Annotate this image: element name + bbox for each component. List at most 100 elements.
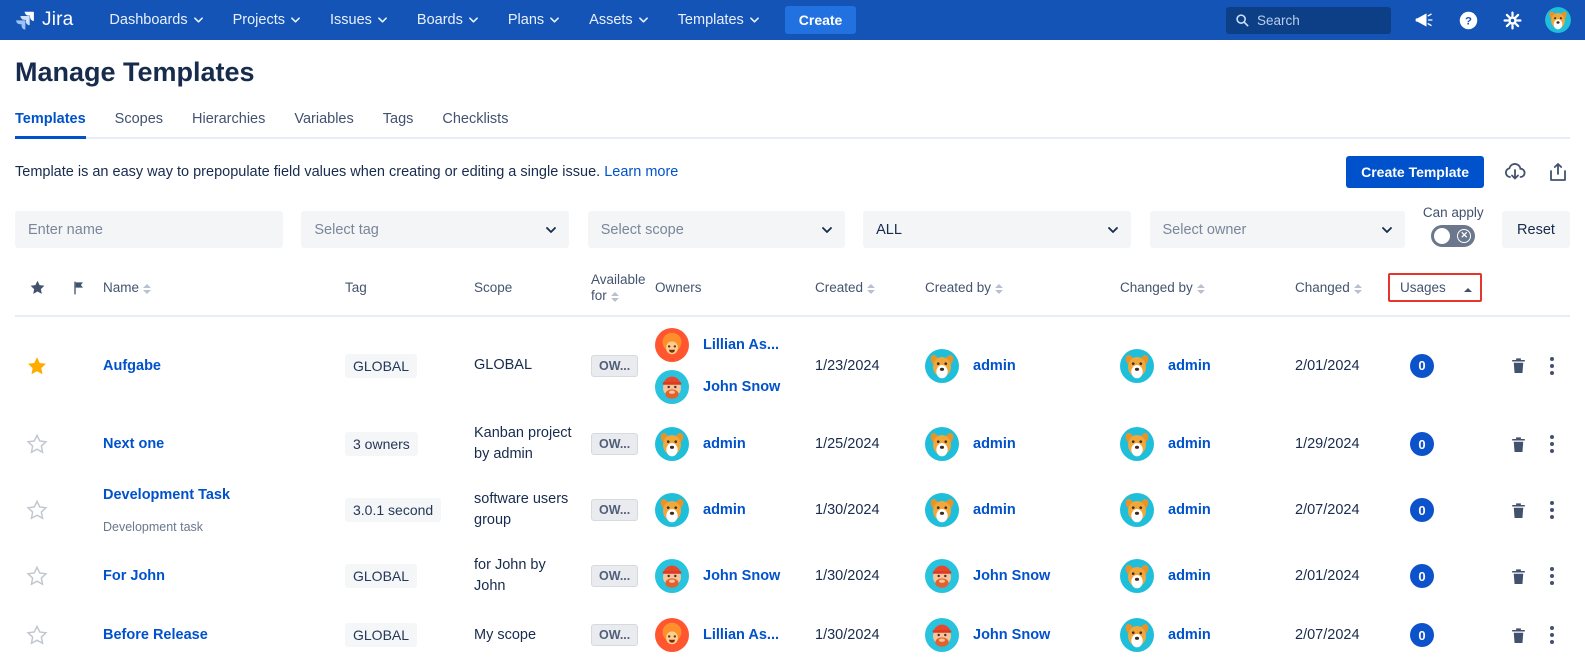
tag-filter-select[interactable]: Select tag [301,211,569,248]
flag-column-header[interactable] [59,280,99,296]
created-by-link[interactable]: John Snow [973,627,1050,643]
owner-link[interactable]: John Snow [703,568,780,584]
usages-badge[interactable]: 0 [1410,623,1434,647]
user-avatar[interactable] [1545,7,1571,33]
tab-hierarchies[interactable]: Hierarchies [192,111,265,139]
nav-item-templates[interactable]: Templates [678,12,759,28]
owner-link[interactable]: Lillian As... [703,337,779,353]
delete-button[interactable] [1509,435,1528,454]
favorite-button[interactable] [15,355,59,377]
owner-link[interactable]: Lillian As... [703,627,779,643]
created-by-link[interactable]: admin [973,436,1016,452]
scope-filter-select[interactable]: Select scope [588,211,845,248]
template-name-link[interactable]: For John [103,568,165,584]
owner: Lillian As... [655,618,815,652]
header-created[interactable]: Created [815,280,925,295]
usages-badge[interactable]: 0 [1410,564,1434,588]
owner-link[interactable]: John Snow [703,379,780,395]
settings-button[interactable] [1501,9,1523,31]
delete-button[interactable] [1509,356,1528,375]
changed-by-link[interactable]: admin [1168,358,1211,374]
category-filter-select[interactable]: ALL [863,211,1131,248]
favorite-button[interactable] [15,624,59,646]
nav-item-assets[interactable]: Assets [589,12,648,28]
template-name-link[interactable]: Before Release [103,627,208,643]
sort-icon [867,284,875,294]
owner-filter-select[interactable]: Select owner [1150,211,1405,248]
usages-badge[interactable]: 0 [1410,354,1434,378]
scope-cell: software users group [474,489,591,531]
learn-more-link[interactable]: Learn more [604,164,678,180]
header-name[interactable]: Name [99,280,345,295]
owner-link[interactable]: admin [703,502,746,518]
more-actions-button[interactable] [1548,499,1556,521]
sort-asc-icon [1464,288,1472,292]
tab-templates[interactable]: Templates [15,111,86,139]
nav-item-boards[interactable]: Boards [417,12,478,28]
reset-button[interactable]: Reset [1502,211,1570,248]
nav-item-issues[interactable]: Issues [330,12,387,28]
available-for-chip[interactable]: OW... [591,499,638,521]
export-button[interactable] [1546,160,1570,184]
header-available-for[interactable]: Available for [591,272,655,303]
tab-tags[interactable]: Tags [383,111,414,139]
favorite-button[interactable] [15,499,59,521]
changed-by-link[interactable]: admin [1168,627,1211,643]
more-actions-button[interactable] [1548,624,1556,646]
more-actions-button[interactable] [1548,355,1556,377]
can-apply-toggle[interactable]: ✕ [1431,225,1475,247]
star-column-header[interactable] [15,279,59,296]
owners-cell: admin [655,427,815,461]
changed-by-link[interactable]: admin [1168,436,1211,452]
available-for-chip[interactable]: OW... [591,624,638,646]
more-actions-button[interactable] [1548,433,1556,455]
created-by-link[interactable]: John Snow [973,568,1050,584]
header-owners[interactable]: Owners [655,280,815,295]
owner-link[interactable]: admin [703,436,746,452]
template-name-link[interactable]: Next one [103,436,164,452]
available-for-chip[interactable]: OW... [591,565,638,587]
header-label: Created [815,280,863,295]
usages-badge[interactable]: 0 [1410,498,1434,522]
changed-by-link[interactable]: admin [1168,502,1211,518]
nav-item-dashboards[interactable]: Dashboards [109,12,202,28]
announcements-button[interactable] [1413,9,1435,31]
created-by-link[interactable]: admin [973,358,1016,374]
global-search[interactable] [1226,7,1391,34]
more-actions-button[interactable] [1548,565,1556,587]
changed-by-link[interactable]: admin [1168,568,1211,584]
nav-label: Issues [330,12,372,28]
favorite-button[interactable] [15,433,59,455]
available-for-chip[interactable]: OW... [591,355,638,377]
tab-scopes[interactable]: Scopes [115,111,163,139]
delete-button[interactable] [1509,626,1528,645]
header-scope[interactable]: Scope [474,280,591,295]
create-template-button[interactable]: Create Template [1346,156,1484,188]
import-button[interactable] [1503,160,1527,184]
header-changed-by[interactable]: Changed by [1120,280,1295,295]
available-for-chip[interactable]: OW... [591,433,638,455]
usages-badge[interactable]: 0 [1410,432,1434,456]
delete-button[interactable] [1509,567,1528,586]
template-name-link[interactable]: Development Task [103,487,230,503]
header-created-by[interactable]: Created by [925,280,1120,295]
favorite-button[interactable] [15,565,59,587]
create-button[interactable]: Create [785,6,857,34]
tab-variables[interactable]: Variables [294,111,353,139]
owner-avatar [655,370,689,404]
name-filter-input[interactable] [28,222,270,238]
search-input[interactable] [1257,13,1377,28]
created-by-cell: admin [925,349,1120,383]
nav-item-projects[interactable]: Projects [233,12,300,28]
template-name-link[interactable]: Aufgabe [103,358,161,374]
help-button[interactable]: ? [1457,9,1479,31]
created-by-link[interactable]: admin [973,502,1016,518]
jira-logo[interactable]: Jira [14,9,73,31]
header-tag[interactable]: Tag [345,280,474,295]
header-changed[interactable]: Changed [1295,280,1400,295]
delete-button[interactable] [1509,501,1528,520]
header-usages[interactable]: Usages [1400,273,1488,302]
tab-checklists[interactable]: Checklists [442,111,508,139]
nav-item-plans[interactable]: Plans [508,12,559,28]
jira-logo-icon [14,9,36,31]
